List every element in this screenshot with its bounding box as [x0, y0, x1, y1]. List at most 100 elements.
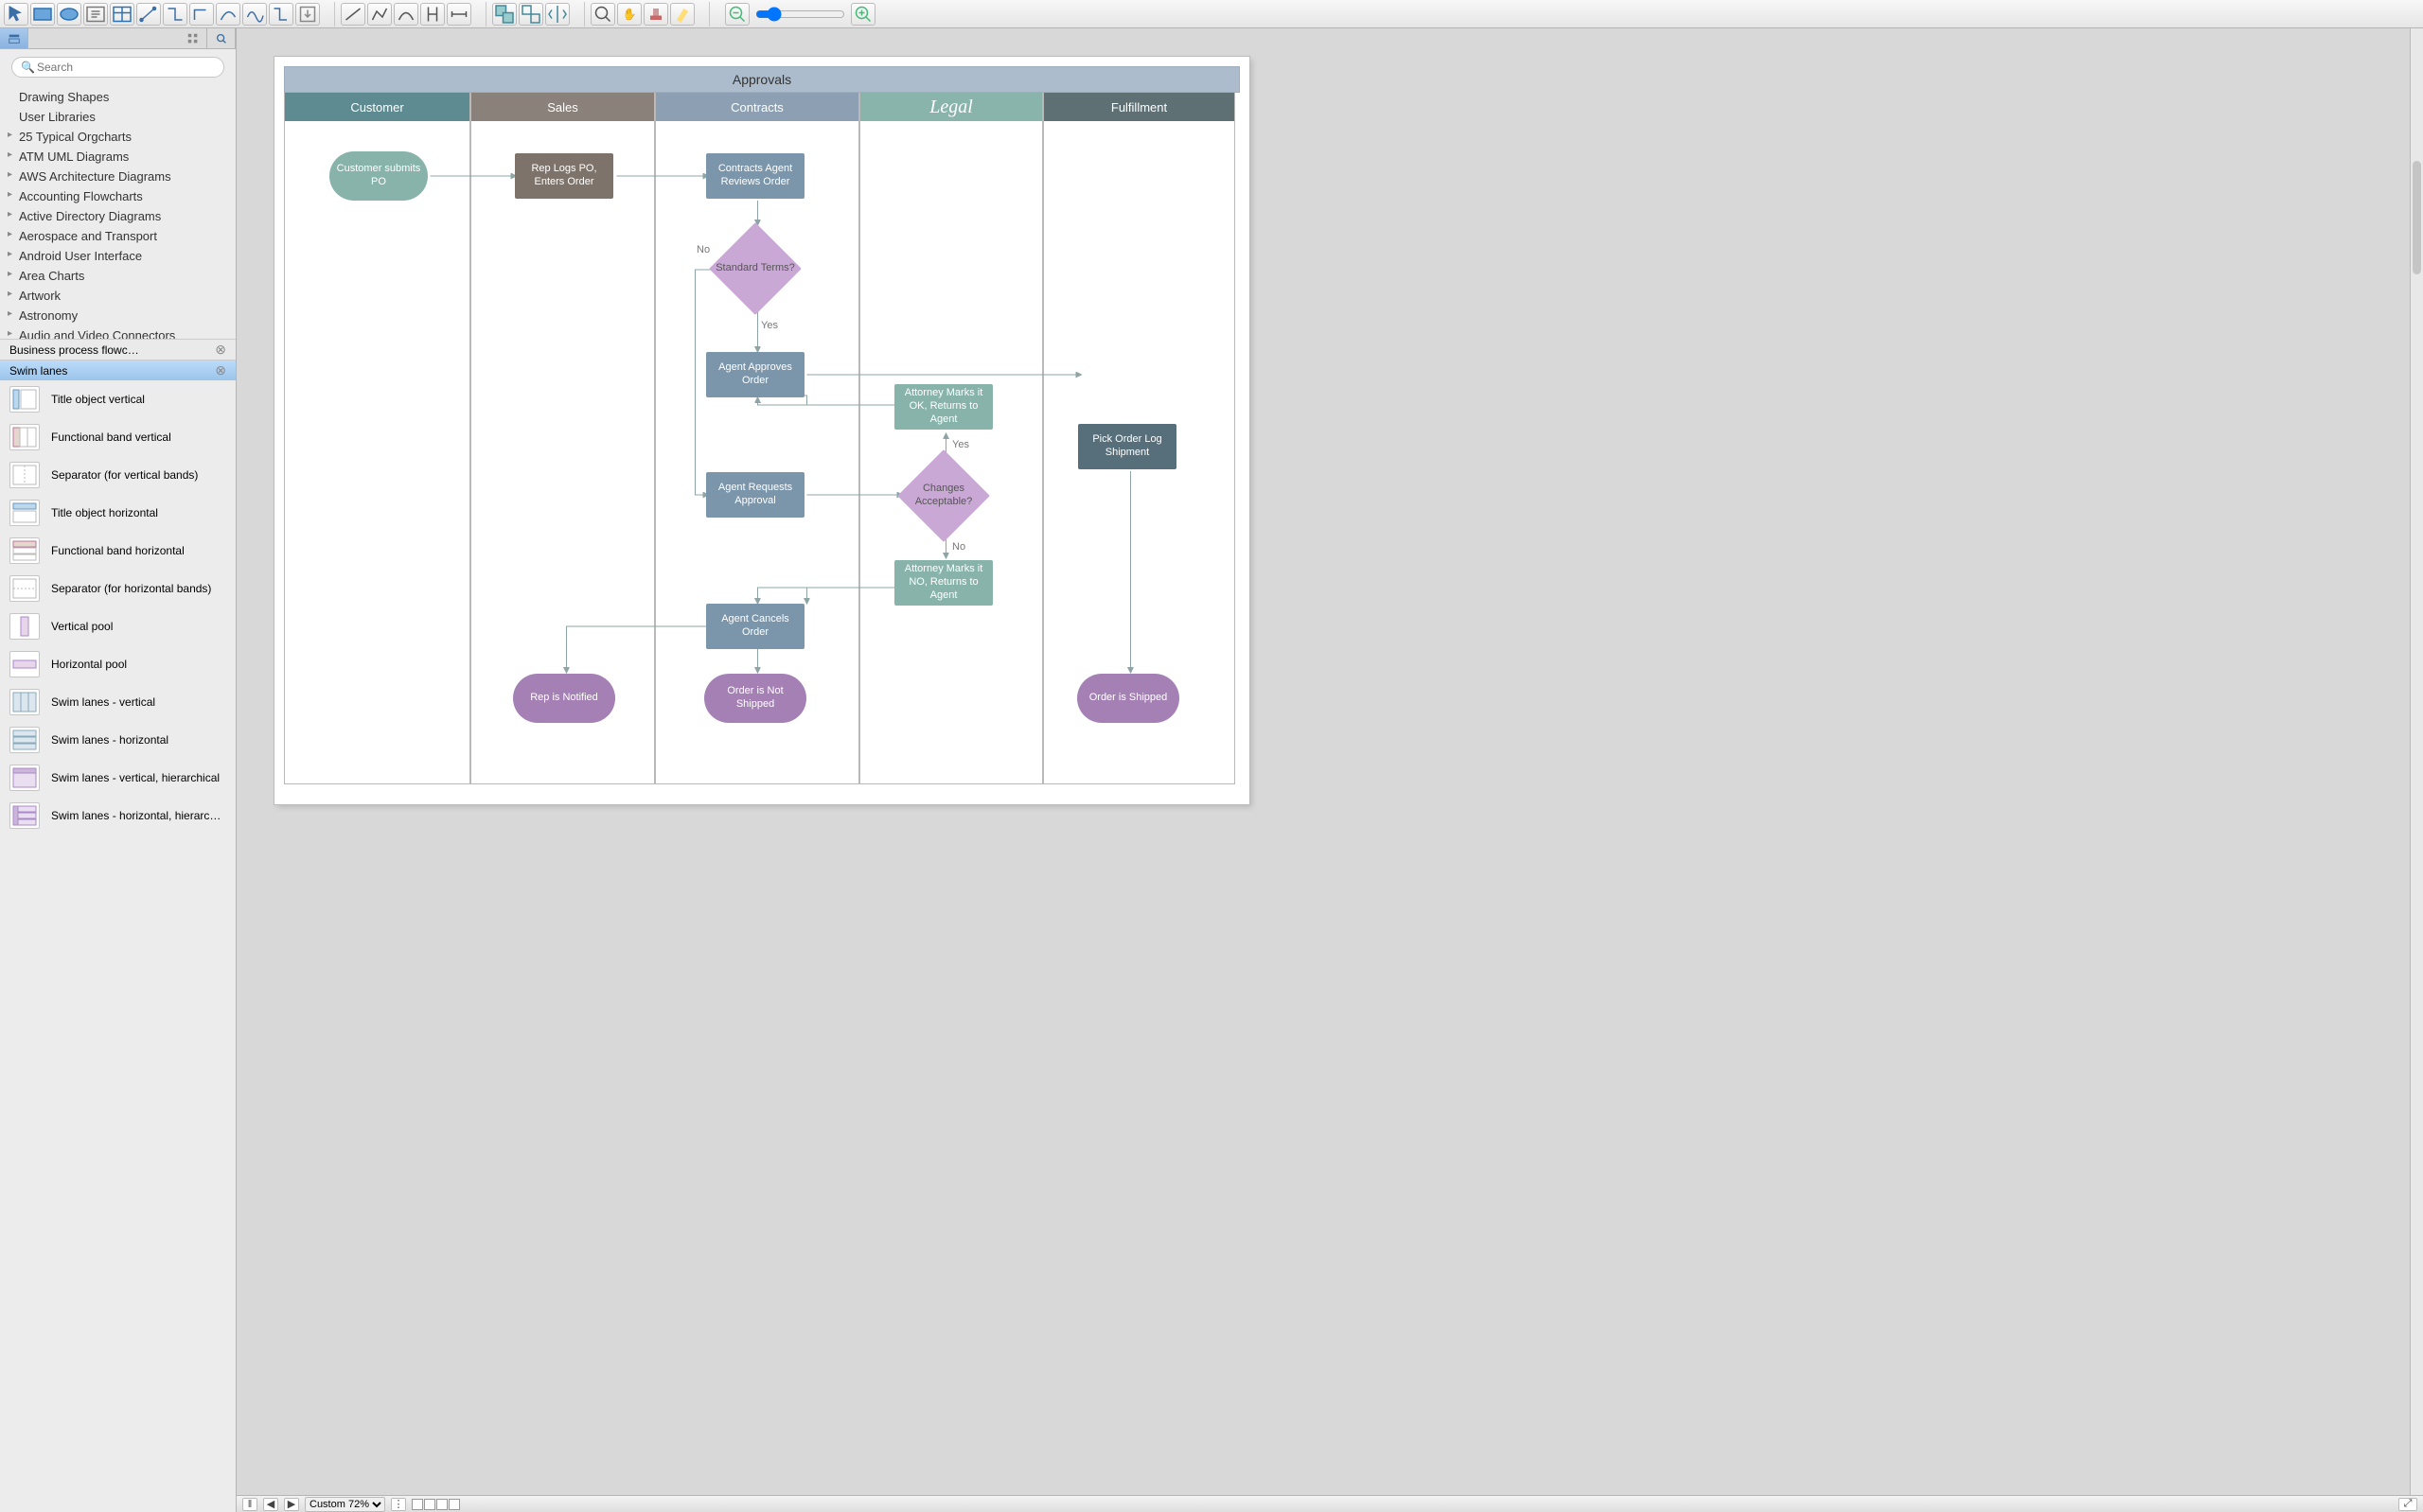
tree-item[interactable]: Aerospace and Transport [6, 226, 236, 246]
sidebar-tab-grid[interactable] [179, 28, 207, 48]
stamp-tool[interactable] [644, 3, 668, 26]
node-shipped[interactable]: Order is Shipped [1077, 674, 1179, 723]
node-review[interactable]: Contracts Agent Reviews Order [706, 153, 805, 199]
shape-item[interactable]: Swim lanes - horizontal [0, 721, 236, 759]
separator [477, 2, 486, 26]
rect-tool[interactable] [30, 3, 55, 26]
select-tool[interactable] [4, 3, 28, 26]
node-attorney-ok[interactable]: Attorney Marks it OK, Returns to Agent [894, 384, 993, 430]
canvas[interactable]: Approvals Customer Sales Contracts Legal… [237, 28, 2423, 1512]
status-pause[interactable]: ‖ [242, 1498, 257, 1511]
shape-item[interactable]: Functional band horizontal [0, 532, 236, 570]
node-pick-order[interactable]: Pick Order Log Shipment [1078, 424, 1176, 469]
shape-item[interactable]: Title object vertical [0, 380, 236, 418]
zoom-out-button[interactable] [725, 3, 750, 26]
library-tree: Drawing Shapes User Libraries 25 Typical… [0, 85, 236, 339]
group-tool[interactable] [492, 3, 517, 26]
vertical-scrollbar[interactable] [2410, 28, 2423, 1495]
tree-item[interactable]: 25 Typical Orgcharts [6, 127, 236, 147]
tree-item[interactable]: Artwork [6, 286, 236, 306]
page[interactable]: Approvals Customer Sales Contracts Legal… [274, 57, 1249, 804]
node-attorney-no[interactable]: Attorney Marks it NO, Returns to Agent [894, 560, 993, 606]
status-next[interactable]: ▶ [284, 1498, 299, 1511]
lane-header[interactable]: Fulfillment [1044, 93, 1234, 121]
bracket-tool[interactable] [420, 3, 445, 26]
shape-item[interactable]: Separator (for vertical bands) [0, 456, 236, 494]
right-angle[interactable] [189, 3, 214, 26]
shape-item[interactable]: Title object horizontal [0, 494, 236, 532]
library-tab-swimlanes[interactable]: Swim lanes ⊗ [0, 360, 236, 380]
swimlane-pool[interactable]: Approvals Customer Sales Contracts Legal… [284, 66, 1240, 784]
shape-item[interactable]: Vertical pool [0, 607, 236, 645]
node-changes-acceptable[interactable]: Changes Acceptable? [898, 450, 989, 541]
line-tool[interactable] [341, 3, 365, 26]
shape-item[interactable]: Swim lanes - vertical [0, 683, 236, 721]
text-tool[interactable] [83, 3, 108, 26]
node-agent-requests[interactable]: Agent Requests Approval [706, 472, 805, 518]
search-icon: 🔍 [21, 61, 35, 74]
node-not-shipped[interactable]: Order is Not Shipped [704, 674, 806, 723]
lane-header[interactable]: Contracts [656, 93, 858, 121]
tree-item[interactable]: Astronomy [6, 306, 236, 325]
curved-connector[interactable] [216, 3, 240, 26]
curve-tool[interactable] [394, 3, 418, 26]
table-tool[interactable] [110, 3, 134, 26]
shape-thumb-icon [9, 462, 40, 488]
orthogonal-connector[interactable] [269, 3, 293, 26]
close-icon[interactable]: ⊗ [215, 362, 226, 378]
node-rep-logs[interactable]: Rep Logs PO, Enters Order [515, 153, 613, 199]
tree-item[interactable]: Accounting Flowcharts [6, 186, 236, 206]
polyline-tool[interactable] [367, 3, 392, 26]
page-thumbnails[interactable] [412, 1499, 460, 1510]
shape-thumb-icon [9, 500, 40, 526]
tree-item[interactable]: Android User Interface [6, 246, 236, 266]
zoom-tool[interactable] [591, 3, 615, 26]
scrollbar-thumb[interactable] [2413, 161, 2421, 274]
close-icon[interactable]: ⊗ [215, 342, 226, 358]
shape-item[interactable]: Horizontal pool [0, 645, 236, 683]
library-tab-business[interactable]: Business process flowc… ⊗ [0, 339, 236, 360]
tree-item[interactable]: ATM UML Diagrams [6, 147, 236, 167]
zoom-slider[interactable] [755, 7, 845, 22]
search-input[interactable] [11, 57, 224, 78]
tree-item[interactable]: AWS Architecture Diagrams [6, 167, 236, 186]
shape-item[interactable]: Swim lanes - vertical, hierarchical [0, 759, 236, 797]
ungroup-tool[interactable] [519, 3, 543, 26]
highlighter-tool[interactable] [670, 3, 695, 26]
smart-connector[interactable] [163, 3, 187, 26]
fit-page[interactable]: ⤢ [2398, 1498, 2417, 1511]
node-rep-notified[interactable]: Rep is Notified [513, 674, 615, 723]
pool-title[interactable]: Approvals [284, 66, 1240, 93]
zoom-in-button[interactable] [851, 3, 875, 26]
sidebar-tab-search[interactable] [207, 28, 236, 48]
node-customer-submits[interactable]: Customer submits PO [329, 151, 428, 201]
shape-label: Swim lanes - horizontal [51, 733, 168, 747]
export-diagram[interactable] [295, 3, 320, 26]
zoom-stepper[interactable]: ⋮ [391, 1498, 406, 1511]
tree-item[interactable]: Audio and Video Connectors [6, 325, 236, 339]
zoom-select[interactable]: Custom 72% [305, 1497, 385, 1512]
status-prev[interactable]: ◀ [263, 1498, 278, 1511]
node-agent-approves[interactable]: Agent Approves Order [706, 352, 805, 397]
lane-header[interactable]: Customer [285, 93, 469, 121]
spline-connector[interactable] [242, 3, 267, 26]
shape-item[interactable]: Swim lanes - horizontal, hierarc… [0, 797, 236, 835]
ellipse-tool[interactable] [57, 3, 81, 26]
sidebar: 🔍 Drawing Shapes User Libraries 25 Typic… [0, 28, 237, 1512]
edge-label-yes: Yes [761, 320, 778, 331]
shape-item[interactable]: Functional band vertical [0, 418, 236, 456]
node-agent-cancels[interactable]: Agent Cancels Order [706, 604, 805, 649]
lane-header[interactable]: Legal [860, 93, 1042, 121]
tree-item[interactable]: User Libraries [6, 107, 236, 127]
shape-item[interactable]: Separator (for horizontal bands) [0, 570, 236, 607]
dimension-tool[interactable] [447, 3, 471, 26]
sidebar-tab-library[interactable] [0, 28, 28, 48]
lane-header[interactable]: Sales [471, 93, 654, 121]
tree-item[interactable]: Area Charts [6, 266, 236, 286]
tree-item[interactable]: Drawing Shapes [6, 87, 236, 107]
hand-tool[interactable]: ✋ [617, 3, 642, 26]
flip-tool[interactable] [545, 3, 570, 26]
connector-tool[interactable] [136, 3, 161, 26]
node-standard-terms[interactable]: Standard Terms? [710, 223, 801, 314]
tree-item[interactable]: Active Directory Diagrams [6, 206, 236, 226]
